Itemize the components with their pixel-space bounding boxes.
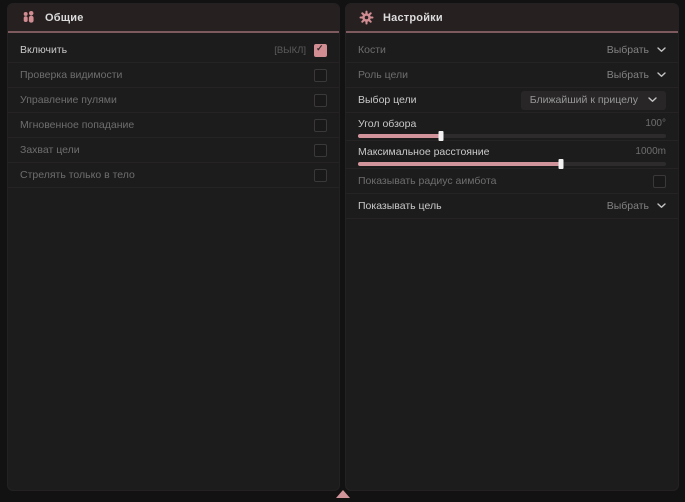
slider-fill	[358, 162, 561, 166]
settings-row: Управление пулями	[8, 88, 339, 113]
settings-row: Кости Выбрать	[346, 38, 678, 63]
row-label: Показывать радиус аимбота	[358, 175, 497, 187]
row-controls: [ВЫКЛ]	[274, 44, 327, 57]
panel-title: Общие	[45, 12, 84, 24]
row-label: Выбор цели	[358, 94, 417, 106]
settings-row: Мгновенное попадание	[8, 113, 339, 138]
settings-row: Показывать цель Выбрать	[346, 194, 678, 219]
row-controls: Выбрать	[607, 200, 666, 212]
hotkey-label: [ВЫКЛ]	[274, 45, 306, 56]
slider-value: 100°	[645, 118, 666, 129]
row-controls	[314, 144, 327, 157]
select-value[interactable]: Ближайший к прицелу	[530, 94, 638, 106]
row-controls	[314, 94, 327, 107]
slider-track[interactable]	[358, 134, 666, 138]
checkbox[interactable]	[314, 94, 327, 107]
row-label: Захват цели	[20, 144, 80, 156]
slider-row: Угол обзора 100°	[346, 113, 678, 141]
settings-panel: Настройки Кости Выбрать Роль цели Выбрать Вы…	[346, 4, 678, 490]
row-label: Проверка видимости	[20, 69, 122, 81]
chevron-down-icon[interactable]	[648, 97, 657, 103]
chevron-down-icon[interactable]	[657, 47, 666, 53]
select-value[interactable]: Выбрать	[607, 200, 649, 212]
checkbox[interactable]	[653, 175, 666, 188]
slider-header: Максимальное расстояние 1000m	[358, 146, 666, 158]
slider-value: 1000m	[635, 146, 666, 157]
select-value[interactable]: Выбрать	[607, 69, 649, 81]
general-panel: Общие Включить [ВЫКЛ] Проверка видимости Уп…	[8, 4, 339, 490]
row-label: Мгновенное попадание	[20, 119, 134, 131]
row-controls	[314, 169, 327, 182]
slider-row: Максимальное расстояние 1000m	[346, 141, 678, 169]
checkbox[interactable]	[314, 44, 327, 57]
row-controls: Выбрать	[607, 69, 666, 81]
row-controls	[314, 119, 327, 132]
slider-thumb[interactable]	[439, 131, 444, 141]
panel-title: Настройки	[383, 12, 443, 24]
settings-row: Включить [ВЫКЛ]	[8, 38, 339, 63]
row-label: Включить	[20, 44, 67, 56]
row-controls	[653, 175, 666, 188]
slider-track[interactable]	[358, 162, 666, 166]
row-label: Угол обзора	[358, 118, 416, 130]
row-label: Показывать цель	[358, 200, 442, 212]
row-label: Управление пулями	[20, 94, 117, 106]
checkbox[interactable]	[314, 169, 327, 182]
checkbox[interactable]	[314, 69, 327, 82]
settings-panel-rows: Кости Выбрать Роль цели Выбрать Выбор цели Бл…	[346, 33, 678, 219]
settings-row: Показывать радиус аимбота	[346, 169, 678, 194]
checkbox[interactable]	[314, 119, 327, 132]
general-panel-header: Общие	[8, 4, 339, 33]
row-label: Стрелять только в тело	[20, 169, 135, 181]
settings-row: Стрелять только в тело	[8, 163, 339, 188]
scroll-up-indicator[interactable]	[336, 490, 350, 498]
chevron-down-icon[interactable]	[657, 72, 666, 78]
row-label: Роль цели	[358, 69, 408, 81]
settings-row: Роль цели Выбрать	[346, 63, 678, 88]
slider-thumb[interactable]	[559, 159, 564, 169]
row-controls: Ближайший к прицелу	[521, 91, 666, 110]
select-value[interactable]: Выбрать	[607, 44, 649, 56]
row-controls	[314, 69, 327, 82]
settings-row: Захват цели	[8, 138, 339, 163]
gear-icon	[359, 10, 374, 25]
settings-panel-header: Настройки	[346, 4, 678, 33]
dropdown[interactable]: Ближайший к прицелу	[521, 91, 666, 110]
users-icon	[21, 10, 36, 25]
checkbox[interactable]	[314, 144, 327, 157]
row-label: Кости	[358, 44, 386, 56]
row-controls: Выбрать	[607, 44, 666, 56]
row-label: Максимальное расстояние	[358, 146, 489, 158]
slider-fill	[358, 134, 441, 138]
settings-row: Выбор цели Ближайший к прицелу	[346, 88, 678, 113]
chevron-down-icon[interactable]	[657, 203, 666, 209]
general-panel-rows: Включить [ВЫКЛ] Проверка видимости Управлен…	[8, 33, 339, 188]
slider-header: Угол обзора 100°	[358, 118, 666, 130]
settings-row: Проверка видимости	[8, 63, 339, 88]
